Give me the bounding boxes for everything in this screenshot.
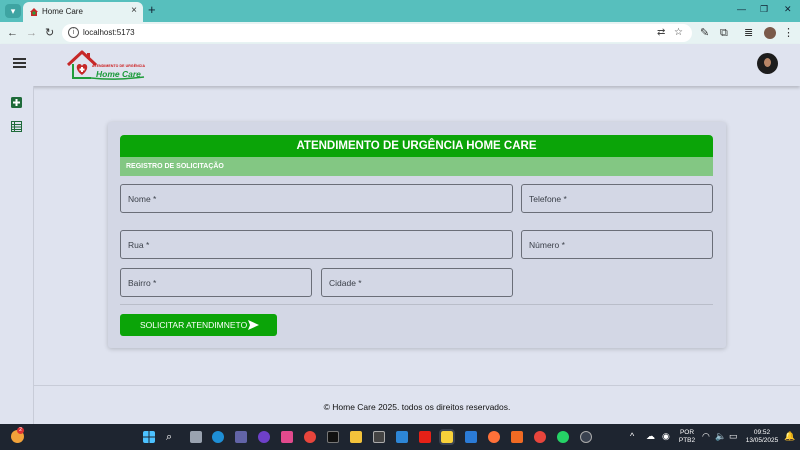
logo-tagline: ATENDIMENTO DE URGÊNCIA [92, 64, 146, 68]
submit-request-button[interactable]: SOLICITAR ATENDIMNETO [120, 314, 277, 336]
bairro-field[interactable]: Bairro * [120, 268, 312, 297]
weather-badge: 2 [17, 427, 24, 434]
back-icon[interactable]: ← [7, 26, 18, 40]
side-navigation [0, 86, 34, 424]
browser-toolbar: ← → ↻ i localhost:5173 ⇄ ☆ ✎ ⧉ ≣ ⋮ [0, 22, 800, 44]
language-line2: PTB2 [678, 437, 696, 444]
battery-icon[interactable]: ▭ [729, 432, 738, 441]
user-avatar[interactable] [757, 53, 778, 74]
reading-list-icon[interactable]: ≣ [744, 26, 753, 40]
language-line1: POR [679, 429, 695, 436]
onedrive-icon[interactable]: ☁ [646, 432, 655, 441]
app-header: ATENDIMENTO DE URGÊNCIA Home Care [0, 44, 800, 86]
translate-icon[interactable]: ⇄ [657, 27, 665, 38]
taskbar-search-icon[interactable]: ⌕ [166, 431, 172, 443]
submit-label: SOLICITAR ATENDIMNETO [140, 320, 248, 330]
windows-start-icon[interactable] [143, 431, 155, 443]
form-subtitle: REGISTRO DE SOLICITAÇÃO [120, 157, 713, 176]
clock[interactable]: 09:52 13/05/2025 [742, 429, 782, 445]
browser-menu-icon[interactable]: ⋮ [783, 26, 794, 40]
windows-taskbar: 2 ⌕ ^ ☁ ◉ POR PTB2 ◠ 🔈 ▭ 09:52 13/05/202… [0, 424, 800, 450]
vscode-icon[interactable] [396, 431, 408, 443]
tray-app-icon[interactable]: ◉ [662, 432, 670, 441]
tab-title: Home Care [42, 7, 83, 16]
clock-date: 13/05/2025 [745, 437, 779, 444]
restore-icon[interactable]: ❐ [760, 4, 768, 15]
close-window-icon[interactable]: ✕ [784, 4, 792, 15]
browser-tab-strip: ▾ Home Care × + — ❐ ✕ [0, 0, 800, 22]
form-divider [120, 304, 713, 305]
home-care-logo[interactable]: ATENDIMENTO DE URGÊNCIA Home Care [66, 49, 148, 83]
snipping-tool-icon[interactable] [373, 431, 385, 443]
footer-copyright: © Home Care 2025. todos os direitos rese… [323, 402, 511, 412]
new-tab-icon[interactable]: + [148, 3, 156, 17]
xampp-icon[interactable] [511, 431, 523, 443]
whatsapp-icon[interactable] [557, 431, 569, 443]
nome-field[interactable]: Nome * [120, 184, 513, 213]
chrome-icon[interactable] [304, 431, 316, 443]
bookmark-star-icon[interactable]: ☆ [674, 27, 683, 38]
copilot-icon[interactable] [281, 431, 293, 443]
telefone-field[interactable]: Telefone * [521, 184, 713, 213]
language-indicator[interactable]: POR PTB2 [678, 429, 696, 445]
numero-field[interactable]: Número * [521, 230, 713, 259]
volume-icon[interactable]: 🔈 [715, 432, 726, 441]
logo-name: Home Care [96, 69, 141, 79]
browser-profile-avatar[interactable] [764, 27, 776, 39]
clock-app-icon[interactable] [580, 431, 592, 443]
youtube-icon[interactable] [419, 431, 431, 443]
bairro-label: Bairro * [128, 278, 157, 288]
browser-tab[interactable]: Home Care × [23, 2, 143, 22]
rua-field[interactable]: Rua * [120, 230, 513, 259]
tray-chevron-icon[interactable]: ^ [630, 432, 634, 441]
reload-icon[interactable]: ↻ [45, 26, 54, 40]
cidade-field[interactable]: Cidade * [321, 268, 513, 297]
notifications-icon[interactable]: 🔔 [784, 432, 795, 441]
rua-label: Rua * [128, 240, 150, 250]
pen-extension-icon[interactable]: ✎ [700, 26, 709, 40]
hamburger-menu-icon[interactable] [13, 58, 26, 68]
edge-icon[interactable] [212, 431, 224, 443]
cidade-label: Cidade * [329, 278, 362, 288]
terminal-icon[interactable] [327, 431, 339, 443]
telefone-label: Telefone * [529, 194, 567, 204]
github-desktop-icon[interactable] [258, 431, 270, 443]
store-icon[interactable] [465, 431, 477, 443]
add-request-icon[interactable] [11, 97, 22, 108]
address-bar[interactable]: i localhost:5173 ⇄ ☆ [62, 24, 692, 42]
form-title: ATENDIMENTO DE URGÊNCIA HOME CARE [120, 135, 713, 157]
home-care-favicon-icon [30, 8, 38, 16]
request-form-card: ATENDIMENTO DE URGÊNCIA HOME CARE REGIST… [108, 122, 726, 348]
send-icon [248, 320, 259, 330]
wifi-icon[interactable]: ◠ [702, 432, 710, 441]
numero-label: Número * [529, 240, 565, 250]
site-info-icon[interactable]: i [68, 27, 79, 38]
list-table-icon[interactable] [11, 121, 22, 132]
extensions-icon[interactable]: ⧉ [720, 26, 728, 40]
chrome-profile-icon[interactable] [534, 431, 546, 443]
address-url[interactable]: localhost:5173 [83, 28, 135, 37]
task-view-icon[interactable] [190, 431, 202, 443]
sticky-notes-icon[interactable] [439, 429, 455, 445]
tab-close-icon[interactable]: × [131, 5, 137, 16]
minimize-icon[interactable]: — [737, 4, 746, 14]
footer-divider [34, 385, 800, 386]
file-explorer-icon[interactable] [350, 431, 362, 443]
firefox-icon[interactable] [488, 431, 500, 443]
clock-time: 09:52 [753, 429, 771, 436]
forward-icon[interactable]: → [26, 26, 37, 40]
teams-icon[interactable] [235, 431, 247, 443]
tab-search-button[interactable]: ▾ [5, 4, 21, 18]
nome-label: Nome * [128, 194, 157, 204]
